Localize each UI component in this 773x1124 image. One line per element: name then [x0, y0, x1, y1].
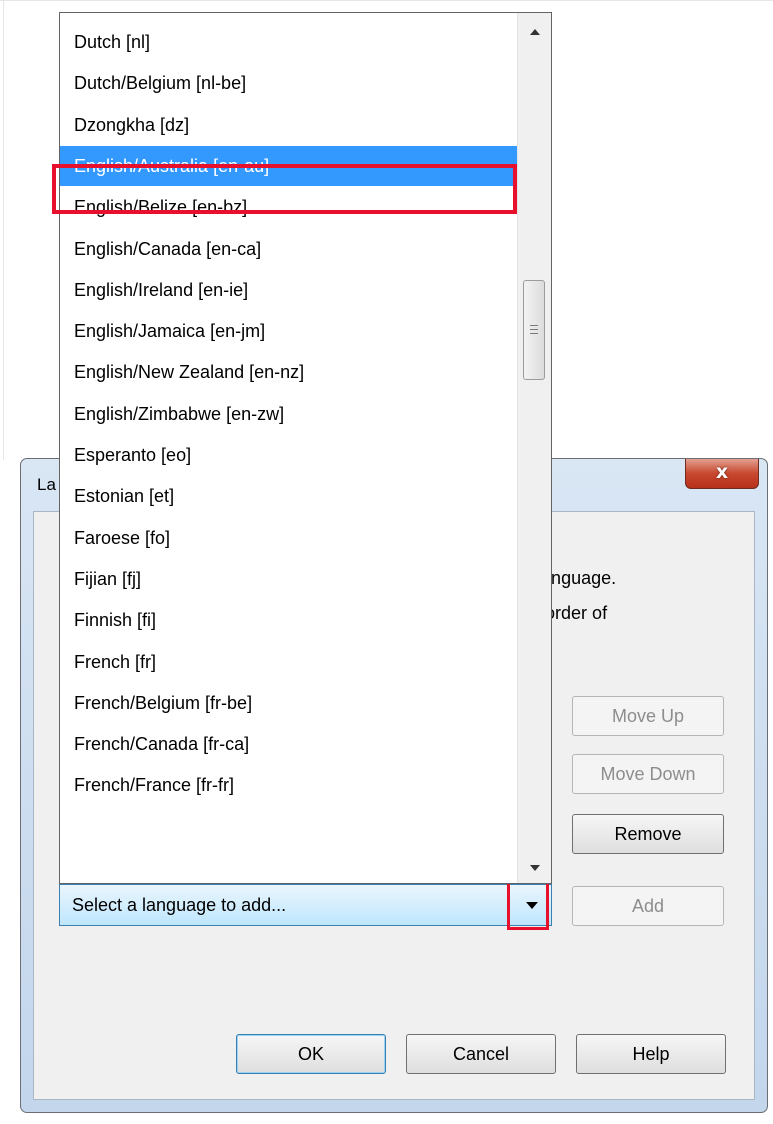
remove-label: Remove — [614, 824, 682, 844]
language-list-item[interactable]: Fijian [fj] — [60, 559, 518, 599]
language-list-item[interactable]: English/Canada [en-ca] — [60, 229, 518, 269]
cancel-button[interactable]: Cancel — [406, 1034, 556, 1074]
cancel-label: Cancel — [452, 1044, 510, 1064]
language-list-item[interactable]: English/Jamaica [en-jm] — [60, 311, 518, 351]
scroll-thumb[interactable] — [523, 280, 545, 380]
move-down-label: Move Down — [600, 764, 696, 784]
ok-label: OK — [297, 1044, 324, 1064]
language-list-item[interactable]: Dutch/Belgium [nl-be] — [60, 63, 518, 103]
combobox-text: Select a language to add... — [72, 895, 287, 915]
language-list-item[interactable]: English/New Zealand [en-nz] — [60, 352, 518, 392]
language-list-item[interactable]: French/France [fr-fr] — [60, 765, 518, 805]
language-list-item[interactable]: English/Zimbabwe [en-zw] — [60, 394, 518, 434]
language-list-item[interactable]: French/Canada [fr-ca] — [60, 724, 518, 764]
language-list-item[interactable]: Faroese [fo] — [60, 518, 518, 558]
top-border — [0, 0, 773, 1]
language-list-item[interactable]: French/Belgium [fr-be] — [60, 683, 518, 723]
language-list-item[interactable]: Estonian [et] — [60, 476, 518, 516]
help-button[interactable]: Help — [576, 1034, 726, 1074]
move-up-label: Move Up — [611, 706, 685, 726]
close-icon: x — [715, 461, 729, 483]
close-button[interactable]: x — [685, 459, 759, 489]
language-list-item[interactable]: Dzongkha [dz] — [60, 105, 518, 145]
grip-line — [530, 329, 538, 330]
language-list-item[interactable]: Esperanto [eo] — [60, 435, 518, 475]
move-down-button[interactable]: Move Down — [572, 754, 724, 794]
dialog-title: La — [37, 475, 56, 494]
remove-button[interactable]: Remove — [572, 814, 724, 854]
add-label: Add — [631, 896, 665, 916]
left-border — [3, 0, 4, 460]
grip-line — [530, 325, 538, 326]
vertical-scrollbar[interactable] — [517, 13, 551, 883]
language-list-item[interactable]: French [fr] — [60, 642, 518, 682]
language-list-item[interactable]: Finnish [fi] — [60, 600, 518, 640]
scroll-up-icon[interactable] — [530, 29, 540, 35]
grip-line — [530, 333, 538, 334]
language-combobox[interactable]: Select a language to add... — [59, 884, 552, 926]
language-list-item[interactable]: English/Ireland [en-ie] — [60, 270, 518, 310]
selected-item-highlight-box — [52, 164, 517, 214]
dropdown-arrow-highlight-box — [507, 878, 549, 930]
language-dropdown-list: Dutch [nl] Dutch/Belgium [nl-be] Dzongkha … — [59, 12, 552, 884]
ok-button[interactable]: OK — [236, 1034, 386, 1074]
move-up-button[interactable]: Move Up — [572, 696, 724, 736]
help-label: Help — [632, 1044, 670, 1064]
add-button[interactable]: Add — [572, 886, 724, 926]
language-list-item[interactable]: Dutch [nl] — [60, 22, 518, 62]
scroll-down-icon[interactable] — [530, 865, 540, 871]
